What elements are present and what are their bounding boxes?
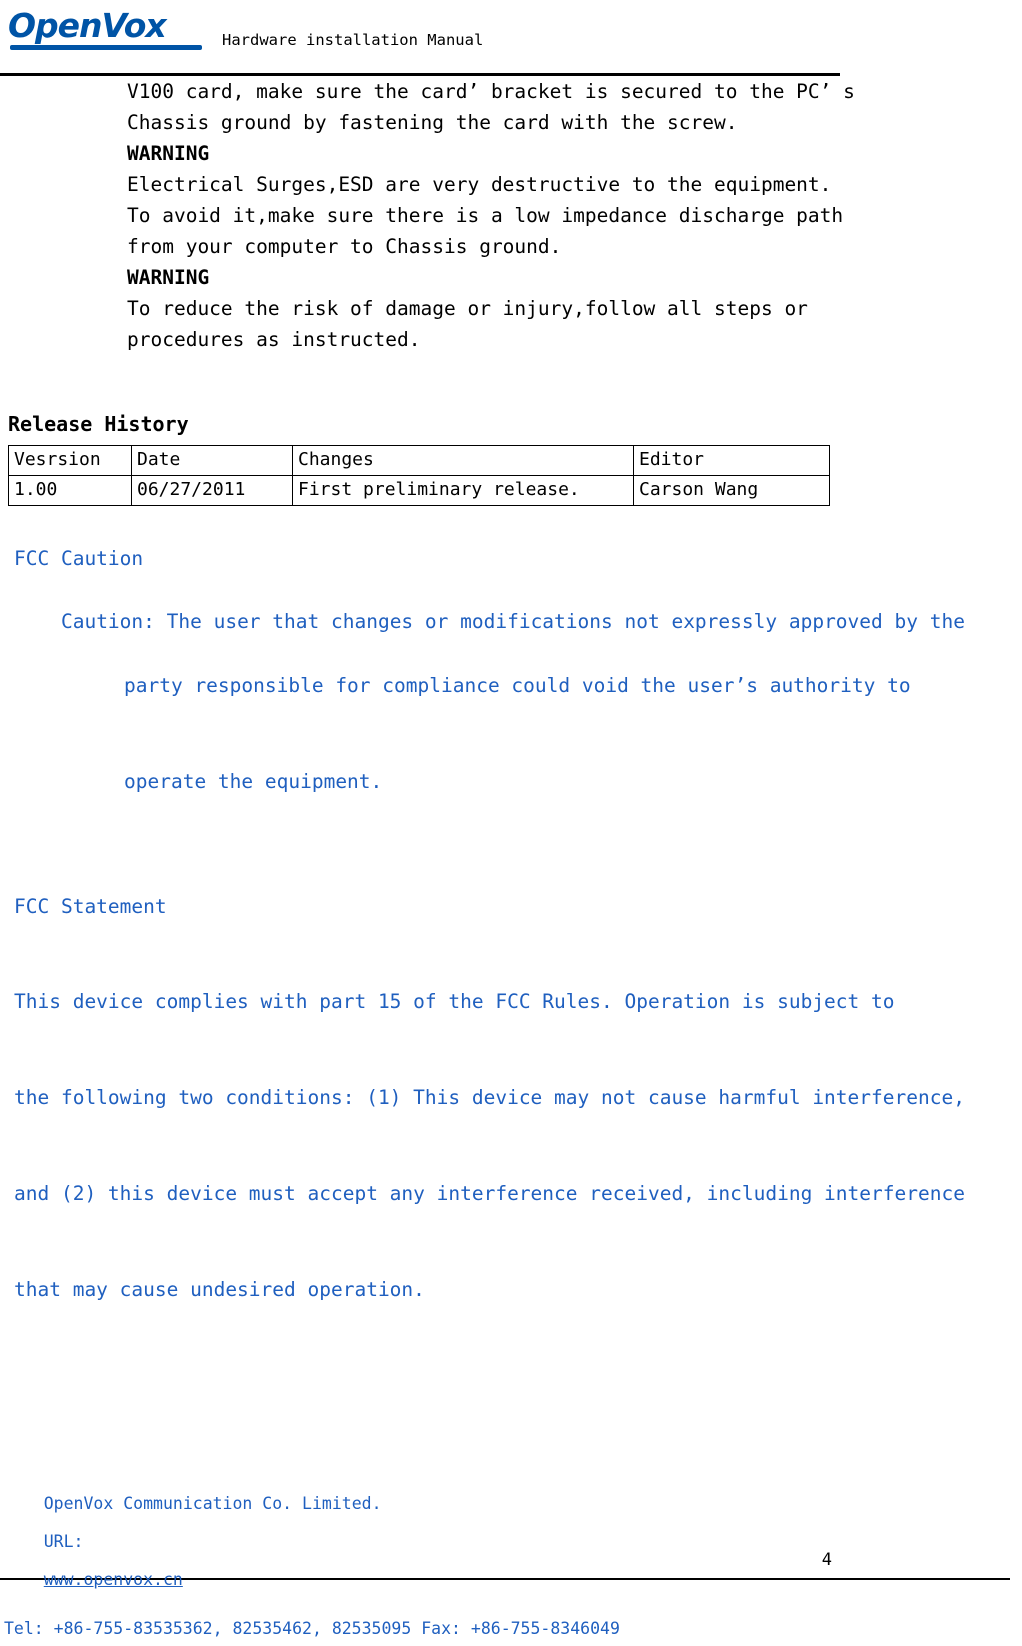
footer-url-link[interactable]: www.openvox.cn [44, 1570, 183, 1589]
footer-company-line: OpenVox Communication Co. Limited. URL: … [4, 1475, 382, 1608]
fcc-statement-line-4: that may cause undesired operation. [14, 1278, 425, 1301]
warning-1-line-3: from your computer to Chassis ground. [127, 235, 562, 258]
fcc-caution-line-1: Caution: The user that changes or modifi… [60, 610, 965, 633]
page-content: V100 card, make sure the card’ bracket i… [0, 76, 1022, 1370]
release-history-heading: Release History [8, 412, 189, 436]
footer-url-label: URL: [43, 1532, 84, 1551]
fcc-caution-line-3: operate the equipment. [124, 770, 383, 793]
page-number: 4 [821, 1550, 832, 1570]
fcc-statement-heading: FCC Statement [14, 895, 167, 918]
column-header-version: Vesrsion [8, 445, 132, 476]
warning-1-line-2: To avoid it,make sure there is a low imp… [127, 204, 844, 227]
warning-2-line-2: procedures as instructed. [127, 328, 421, 351]
fcc-statement-line-3: and (2) this device must accept any inte… [14, 1182, 965, 1205]
intro-line-2: Chassis ground by fastening the card wit… [127, 111, 738, 134]
page-footer: 4 OpenVox Communication Co. Limited. URL… [0, 1494, 1022, 1646]
fcc-statement-paragraph: This device complies with part 15 of the… [14, 922, 1014, 1370]
intro-paragraph: V100 card, make sure the card’ bracket i… [127, 76, 857, 355]
warning-2-line-1: To reduce the risk of damage or injury,f… [127, 297, 808, 320]
fcc-caution-heading: FCC Caution [14, 547, 144, 570]
logo-wordmark: OpenVox [8, 6, 167, 45]
fcc-caution-line-2: party responsible for compliance could v… [124, 674, 911, 697]
fcc-caution-paragraph: Caution: The user that changes or modifi… [14, 574, 994, 862]
cell-date: 06/27/2011 [131, 475, 293, 506]
table-row: 1.00 06/27/2011 First preliminary releas… [8, 475, 830, 506]
openvox-logo: OpenVox [8, 8, 208, 52]
fcc-statement-line-1: This device complies with part 15 of the… [14, 990, 895, 1013]
intro-line-1: V100 card, make sure the card’ bracket i… [127, 80, 855, 103]
cell-changes: First preliminary release. [292, 475, 634, 506]
table-header-row: Vesrsion Date Changes Editor [8, 445, 830, 476]
column-header-editor: Editor [633, 445, 830, 476]
footer-contact-line: Tel: +86-755-83535362, 82535462, 8253509… [4, 1619, 620, 1638]
column-header-date: Date [131, 445, 293, 476]
warning-2-label: WARNING [127, 266, 210, 289]
cell-editor: Carson Wang [633, 475, 830, 506]
cell-version: 1.00 [8, 475, 132, 506]
warning-1-label: WARNING [127, 142, 210, 165]
warning-1-line-1: Electrical Surges,ESD are very destructi… [127, 173, 832, 196]
fcc-statement-line-2: the following two conditions: (1) This d… [14, 1086, 965, 1109]
column-header-changes: Changes [292, 445, 634, 476]
page-header: OpenVox Hardware installation Manual [0, 0, 1022, 76]
footer-company-name: OpenVox Communication Co. Limited. [43, 1494, 382, 1513]
release-history-table: Vesrsion Date Changes Editor 1.00 06/27/… [8, 445, 830, 506]
manual-title: Hardware installation Manual [222, 31, 484, 49]
logo-underline-bar [10, 45, 202, 50]
